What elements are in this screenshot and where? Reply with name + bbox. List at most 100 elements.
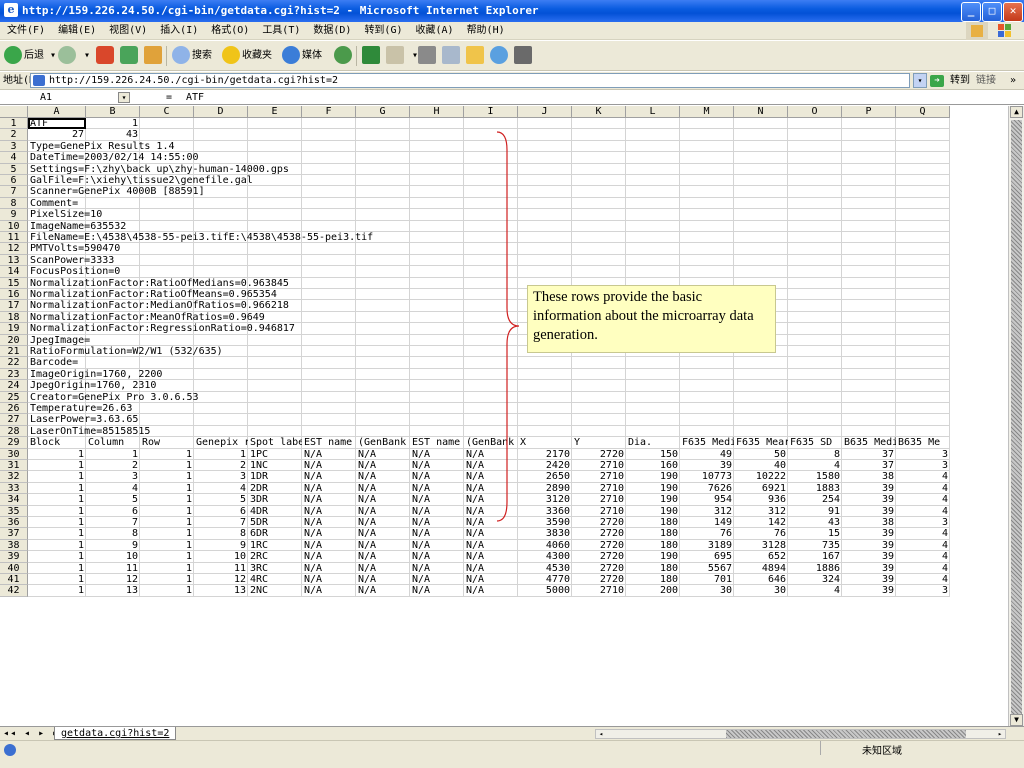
cell-a6[interactable]: GalFile=F:\xiehy\tissue2\genefile.gal (28, 175, 255, 186)
row-header[interactable]: 39 (0, 551, 28, 563)
cell-a10[interactable]: ImageName=635532 (28, 221, 128, 232)
cell-a21[interactable]: RatioFormulation=W2/W1 (532/635) (28, 346, 225, 357)
formula-value[interactable]: ATF (186, 91, 204, 104)
grid-cell-bg[interactable] (518, 129, 572, 141)
row-header[interactable]: 1 (0, 118, 28, 130)
row-header[interactable]: 22 (0, 357, 28, 369)
cell-j41[interactable]: 4770 (518, 574, 572, 585)
grid-cell-bg[interactable] (896, 140, 950, 153)
cell-l41[interactable]: 180 (626, 574, 680, 585)
address-dropdown-button[interactable]: ▾ (913, 73, 927, 88)
grid-cell-bg[interactable] (896, 277, 950, 289)
grid-cell-bg[interactable] (896, 232, 950, 244)
grid-cell-bg[interactable] (842, 140, 896, 153)
grid-cell-bg[interactable] (680, 152, 734, 164)
grid-cell-bg[interactable] (734, 197, 788, 210)
grid-cell-bg[interactable] (896, 425, 950, 438)
cell-a37[interactable]: 1 (28, 528, 86, 539)
grid-cell-bg[interactable] (680, 163, 734, 175)
grid-cell-bg[interactable] (140, 254, 194, 267)
grid-cell-bg[interactable] (410, 220, 464, 232)
cell-h41[interactable]: N/A (410, 574, 432, 585)
cell-e34[interactable]: 3DR (248, 494, 270, 505)
column-header[interactable]: J (518, 106, 572, 118)
cell-d30[interactable]: 1 (194, 449, 248, 460)
grid-cell-bg[interactable] (842, 220, 896, 232)
cell-d35[interactable]: 6 (194, 506, 248, 517)
row-header[interactable]: 36 (0, 517, 28, 529)
grid-cell-bg[interactable] (410, 232, 464, 244)
grid-cell-bg[interactable] (356, 403, 410, 415)
grid-cell-bg[interactable] (248, 346, 302, 358)
cell-c34[interactable]: 1 (140, 494, 194, 505)
grid-cell-bg[interactable] (248, 414, 302, 426)
cell-m34[interactable]: 954 (680, 494, 734, 505)
cell-e35[interactable]: 4DR (248, 506, 270, 517)
grid-cell-bg[interactable] (734, 220, 788, 232)
grid-cell-bg[interactable] (896, 243, 950, 255)
grid-cell-bg[interactable] (410, 357, 464, 369)
grid-cell-bg[interactable] (410, 334, 464, 346)
grid-cell-bg[interactable] (302, 357, 356, 369)
cell-j37[interactable]: 3830 (518, 528, 572, 539)
grid-cell-bg[interactable] (842, 152, 896, 164)
cell-p39[interactable]: 39 (842, 551, 896, 562)
grid-cell-bg[interactable] (518, 209, 572, 221)
grid-cell-bg[interactable] (572, 243, 626, 255)
column-header[interactable]: G (356, 106, 410, 118)
grid-cell-bg[interactable] (302, 197, 356, 210)
cell-b30[interactable]: 1 (86, 449, 140, 460)
grid-cell-bg[interactable] (734, 232, 788, 244)
grid-cell-bg[interactable] (356, 277, 410, 289)
cell-g35[interactable]: N/A (356, 506, 378, 517)
cell-i34[interactable]: N/A (464, 494, 486, 505)
grid-cell-bg[interactable] (518, 368, 572, 381)
grid-cell-bg[interactable] (896, 300, 950, 312)
grid-cell-bg[interactable] (734, 175, 788, 187)
row-header[interactable]: 40 (0, 562, 28, 574)
cell-f33[interactable]: N/A (302, 483, 324, 494)
cell-p36[interactable]: 38 (842, 517, 896, 528)
grid-cell-bg[interactable] (194, 220, 248, 232)
grid-cell-bg[interactable] (788, 175, 842, 187)
cell-l42[interactable]: 200 (626, 585, 680, 596)
cell-j36[interactable]: 3590 (518, 517, 572, 528)
cell-c32[interactable]: 1 (140, 471, 194, 482)
grid-cell-bg[interactable] (734, 209, 788, 221)
cell-o34[interactable]: 254 (788, 494, 842, 505)
grid-cell-bg[interactable] (842, 323, 896, 335)
menu-item[interactable]: 收藏(A) (416, 25, 454, 36)
cell-p38[interactable]: 39 (842, 540, 896, 551)
row-header[interactable]: 16 (0, 289, 28, 301)
menu-item[interactable]: 插入(I) (160, 25, 198, 36)
grid-cell-bg[interactable] (518, 175, 572, 187)
cell-a3[interactable]: Type=GenePix Results 1.4 (28, 141, 177, 152)
cell-b1[interactable]: 1 (86, 118, 140, 129)
grid-cell-bg[interactable] (518, 118, 572, 130)
grid-cell-bg[interactable] (626, 368, 680, 381)
row-header[interactable]: 14 (0, 266, 28, 278)
grid-cell-bg[interactable] (518, 220, 572, 232)
grid-cell-bg[interactable] (518, 266, 572, 278)
print-button[interactable] (418, 45, 438, 67)
grid-cell-bg[interactable] (734, 118, 788, 130)
cell-q40[interactable]: 4 (896, 563, 950, 574)
grid-cell-bg[interactable] (248, 391, 302, 403)
grid-cell-bg[interactable] (410, 425, 464, 438)
home-button[interactable] (144, 45, 164, 67)
cell-g36[interactable]: N/A (356, 517, 378, 528)
grid-cell-bg[interactable] (788, 140, 842, 153)
grid-cell-bg[interactable] (302, 277, 356, 289)
row-header[interactable]: 26 (0, 403, 28, 415)
grid-cell-bg[interactable] (518, 140, 572, 153)
row-header[interactable]: 13 (0, 254, 28, 267)
grid-cell-bg[interactable] (302, 118, 356, 130)
grid-cell-bg[interactable] (410, 254, 464, 267)
grid-cell-bg[interactable] (680, 232, 734, 244)
cell-i30[interactable]: N/A (464, 449, 486, 460)
cell-a9[interactable]: PixelSize=10 (28, 209, 104, 220)
cell-k34[interactable]: 2710 (572, 494, 626, 505)
cell-d31[interactable]: 2 (194, 460, 248, 471)
cell-k41[interactable]: 2720 (572, 574, 626, 585)
grid-cell-bg[interactable] (626, 163, 680, 175)
